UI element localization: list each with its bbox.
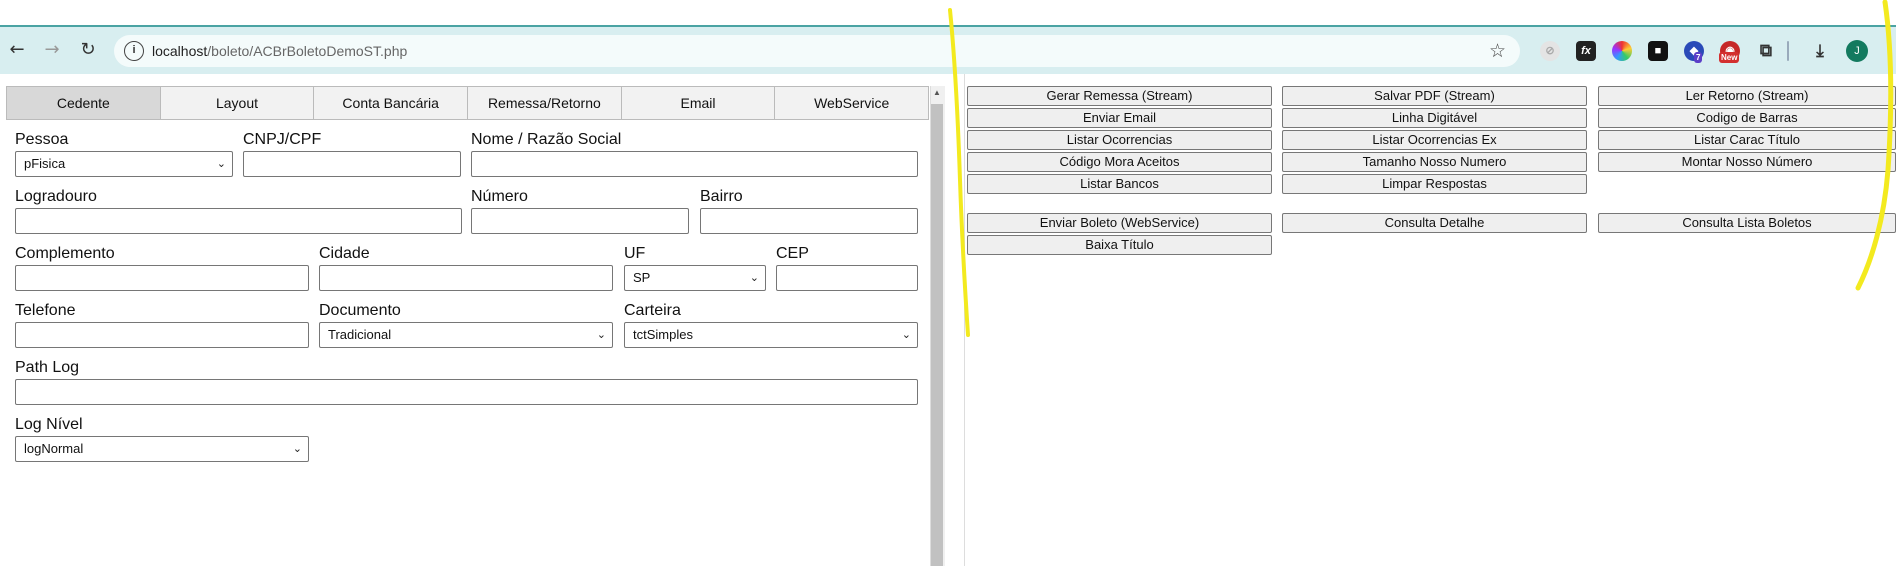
highlight-annotation: [948, 0, 1894, 337]
highlight-stroke-right: [1855, 0, 1894, 291]
highlight-stroke-left: [948, 8, 970, 337]
